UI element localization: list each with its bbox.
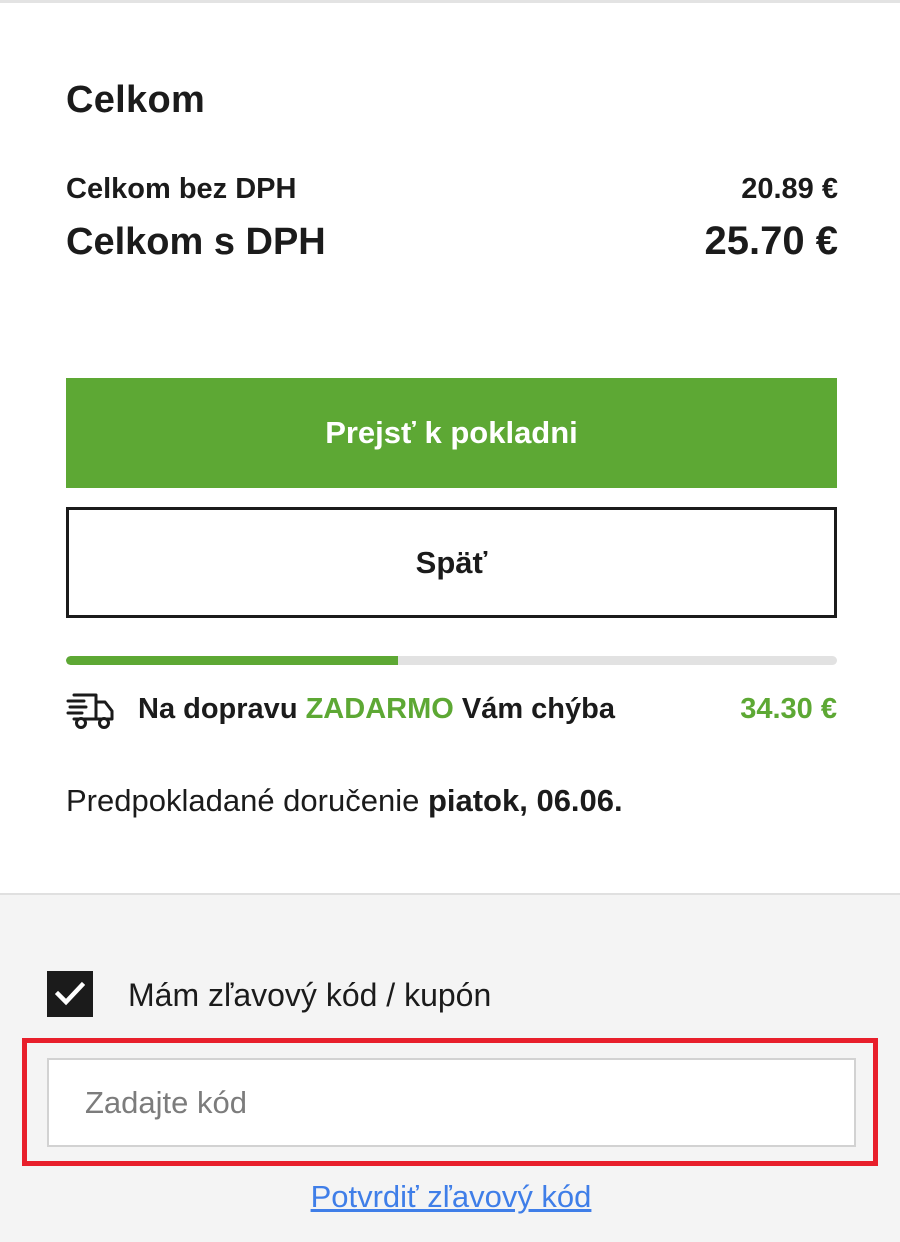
summary-title: Celkom	[66, 79, 206, 121]
coupon-code-input[interactable]	[47, 1058, 856, 1147]
coupon-checkbox-label[interactable]: Mám zľavový kód / kupón	[128, 977, 491, 1014]
free-shipping-highlight: ZADARMO	[305, 693, 454, 725]
free-shipping-remaining-amount: 34.30 €	[740, 693, 837, 725]
checkout-button[interactable]: Prejsť k pokladni	[66, 378, 837, 488]
coupon-checkbox[interactable]	[47, 971, 93, 1017]
free-shipping-suffix: Vám chýba	[453, 693, 615, 725]
estimated-delivery: Predpokladané doručenie piatok, 06.06.	[66, 783, 623, 819]
order-summary: Celkom Celkom bez DPH 20.89 € Celkom s D…	[0, 3, 900, 893]
estimated-delivery-label: Predpokladané doručenie	[66, 783, 428, 818]
free-shipping-prefix: Na dopravu	[138, 693, 306, 725]
coupon-section: Mám zľavový kód / kupón Potvrdiť zľavový…	[0, 893, 900, 1242]
free-shipping-notice: Na dopravu ZADARMO Vám chýba 34.30 €	[66, 687, 837, 733]
confirm-coupon-link[interactable]: Potvrdiť zľavový kód	[0, 1179, 900, 1215]
total-without-vat-value: 20.89 €	[741, 173, 838, 205]
total-with-vat-value: 25.70 €	[704, 219, 838, 263]
total-with-vat-label: Celkom s DPH	[66, 221, 326, 263]
back-button[interactable]: Späť	[66, 507, 837, 618]
delivery-truck-icon	[66, 689, 118, 731]
total-without-vat-label: Celkom bez DPH	[66, 173, 297, 205]
free-shipping-progress-fill	[66, 656, 398, 665]
free-shipping-progress-bar	[66, 656, 837, 665]
free-shipping-text: Na dopravu ZADARMO Vám chýba	[138, 693, 615, 726]
estimated-delivery-date: piatok, 06.06.	[427, 783, 623, 818]
checkmark-icon	[55, 981, 85, 1006]
